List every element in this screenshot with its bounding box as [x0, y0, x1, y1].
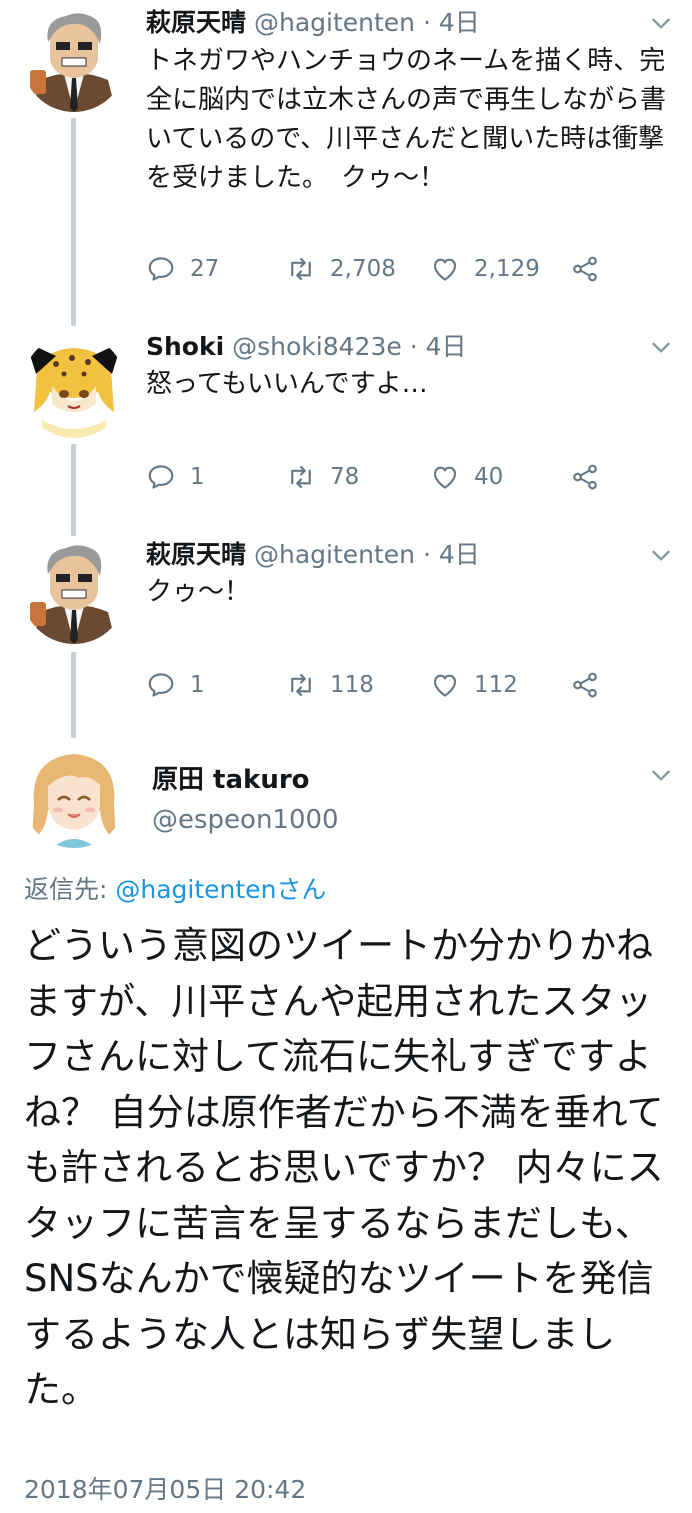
share-button[interactable] — [570, 668, 600, 702]
reply-button[interactable]: 1 — [146, 460, 205, 494]
speech-bubble-icon — [148, 257, 174, 281]
reply-button[interactable]: 1 — [146, 668, 205, 702]
speech-bubble-icon — [148, 465, 174, 489]
heart-icon — [433, 674, 457, 697]
chevron-down-icon[interactable] — [648, 334, 674, 360]
thread-line — [71, 118, 76, 326]
chevron-down-icon[interactable] — [648, 762, 674, 788]
like-count: 112 — [474, 672, 518, 698]
reply-button[interactable]: 27 — [146, 252, 219, 286]
reply-count: 1 — [190, 672, 205, 698]
heart-icon — [433, 466, 457, 489]
avatar[interactable] — [22, 334, 126, 438]
tweet-text: どういう意図のツイートか分かりかねますが、川平さんや起用されたスタッフさんに対し… — [24, 924, 664, 1411]
tweet-text: トネガワやハンチョウのネームを描く時、完全に脳内では立木さんの声で再生しながら書… — [146, 46, 667, 193]
avatar[interactable] — [22, 540, 126, 644]
retweet-arrows-icon — [291, 257, 311, 281]
share-button[interactable] — [570, 460, 600, 494]
like-button[interactable]: 40 — [430, 460, 503, 494]
retweet-count: 2,708 — [330, 256, 396, 282]
retweet-button[interactable]: 2,708 — [286, 252, 396, 286]
author-name[interactable]: 萩原天晴 — [146, 540, 246, 569]
share-icon — [573, 464, 597, 490]
reply-count: 1 — [190, 464, 205, 490]
retweet-button[interactable]: 78 — [286, 460, 359, 494]
thread-line — [71, 444, 76, 536]
tweet-text: クゥ～！ — [146, 577, 251, 607]
separator-dot: · — [422, 540, 431, 569]
share-button[interactable] — [570, 252, 600, 286]
like-count: 40 — [474, 464, 504, 490]
speech-bubble-icon — [148, 673, 174, 697]
author-name[interactable]: 萩原天晴 — [146, 8, 246, 37]
reply-mention-link[interactable]: @hagitentenさん — [115, 875, 326, 904]
chevron-down-icon[interactable] — [648, 542, 674, 568]
retweet-button[interactable]: 118 — [286, 668, 374, 702]
like-count: 2,129 — [474, 256, 540, 282]
tweet-date[interactable]: 4日 — [439, 540, 480, 569]
chevron-down-icon[interactable] — [648, 10, 674, 36]
tweet-text: 怒ってもいいんですよ… — [146, 369, 428, 399]
tweet-date[interactable]: 4日 — [426, 332, 467, 361]
share-icon — [573, 256, 597, 282]
retweet-arrows-icon — [291, 465, 311, 489]
share-icon — [573, 672, 597, 698]
retweet-count: 78 — [330, 464, 360, 490]
author-name[interactable]: Shoki — [146, 332, 224, 361]
retweet-count: 118 — [330, 672, 374, 698]
author-name[interactable]: 原田 takuro — [152, 764, 310, 796]
author-handle[interactable]: @shoki8423e — [232, 332, 402, 361]
reply-count: 27 — [190, 256, 220, 282]
thread-line — [71, 652, 76, 738]
like-button[interactable]: 2,129 — [430, 252, 540, 286]
retweet-arrows-icon — [291, 673, 311, 697]
tweet-date[interactable]: 4日 — [439, 8, 480, 37]
tweet-timestamp[interactable]: 2018年07月05日 20:42 — [24, 1475, 306, 1505]
reply-context: 返信先: @hagitentenさん — [24, 873, 326, 907]
author-handle[interactable]: @hagitenten — [254, 540, 415, 569]
avatar[interactable] — [22, 8, 126, 112]
separator-dot: · — [422, 8, 431, 37]
avatar[interactable] — [22, 744, 126, 848]
like-button[interactable]: 112 — [430, 668, 518, 702]
heart-icon — [433, 258, 457, 281]
separator-dot: · — [409, 332, 418, 361]
author-handle[interactable]: @espeon1000 — [152, 804, 339, 836]
reply-prefix: 返信先: — [24, 875, 116, 904]
author-handle[interactable]: @hagitenten — [254, 8, 415, 37]
